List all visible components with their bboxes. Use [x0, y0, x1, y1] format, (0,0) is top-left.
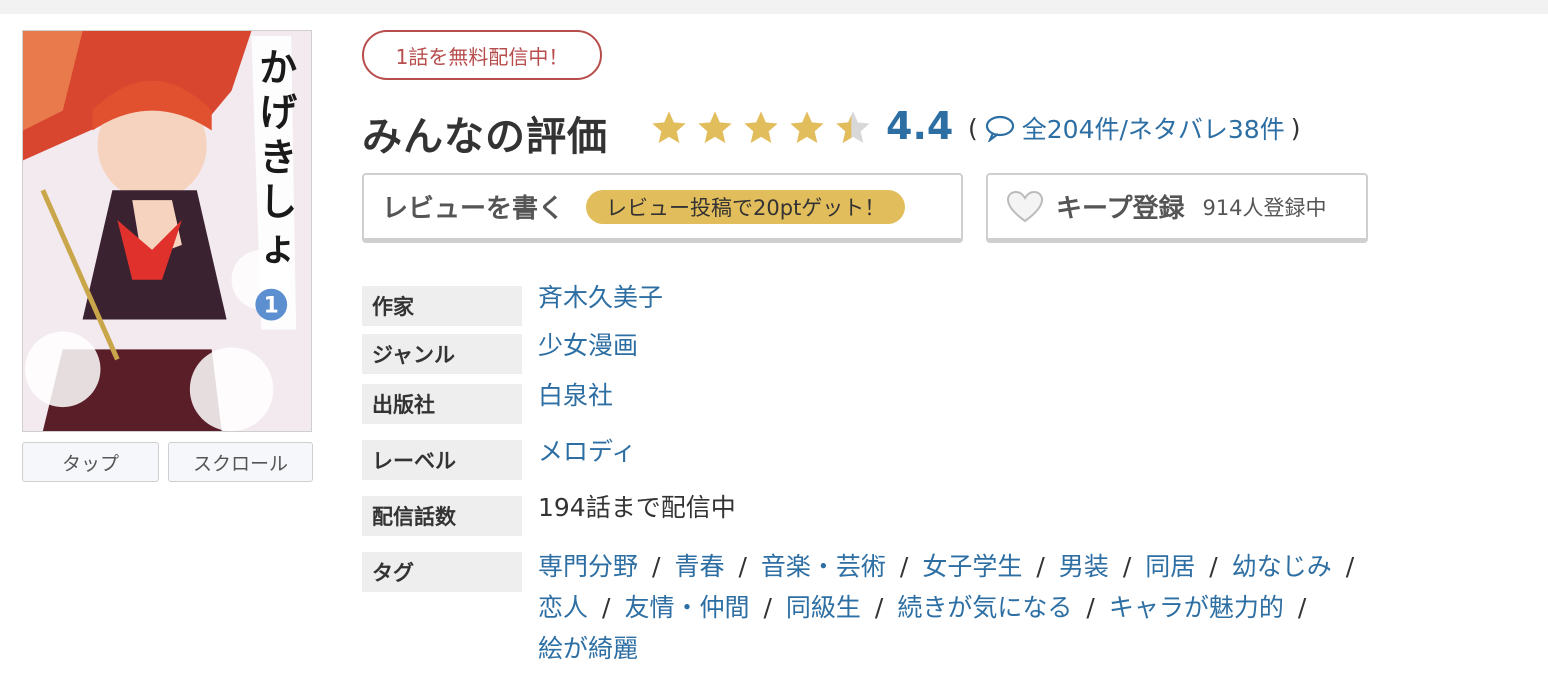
tag-separator: / — [652, 552, 661, 581]
comic-cover-image[interactable]: か げ き し ょ 1 — [22, 30, 312, 432]
tag-separator: / — [1209, 552, 1218, 581]
keep-button[interactable]: キープ登録 914人登録中 — [986, 173, 1368, 243]
episodes-label: 配信話数 — [362, 496, 522, 536]
tag-link[interactable]: 幼なじみ — [1232, 552, 1332, 581]
tag-separator: / — [763, 593, 772, 622]
info-row-label: レーベル メロディ — [362, 437, 636, 480]
keep-label: キープ登録 — [1056, 194, 1185, 224]
free-episode-badge: 1話を無料配信中！ — [362, 30, 602, 80]
tag-link[interactable]: 続きが気になる — [897, 593, 1072, 622]
star-icon-filled — [790, 111, 824, 143]
publisher-label: 出版社 — [362, 384, 522, 424]
tag-link[interactable]: 同居 — [1145, 552, 1195, 581]
author-label: 作家 — [362, 286, 522, 326]
rating-stars — [648, 108, 874, 148]
cover-illustration: か げ き し ょ 1 — [23, 31, 311, 431]
star-icon-filled — [744, 111, 778, 143]
tag-link[interactable]: 同級生 — [786, 593, 861, 622]
write-review-button[interactable]: レビューを書く レビュー投稿で20ptゲット！ — [362, 173, 963, 243]
info-row-publisher: 出版社 白泉社 — [362, 381, 613, 424]
label-link[interactable]: メロディ — [538, 432, 636, 480]
genre-label: ジャンル — [362, 334, 522, 374]
info-row-genre: ジャンル 少女漫画 — [362, 331, 638, 374]
tag-separator: / — [1036, 552, 1045, 581]
keep-count: 914人登録中 — [1202, 195, 1327, 220]
info-row-episodes: 配信話数 194話まで配信中 — [362, 493, 736, 536]
genre-link[interactable]: 少女漫画 — [538, 326, 638, 374]
info-row-author: 作家 斉木久美子 — [362, 283, 663, 326]
tag-separator: / — [738, 552, 747, 581]
svg-text:か: か — [259, 46, 297, 90]
tag-separator: / — [1297, 593, 1307, 622]
tags-label: タグ — [362, 552, 522, 592]
tag-link[interactable]: 青春 — [674, 552, 724, 581]
tag-separator: / — [602, 593, 611, 622]
info-row-tags: タグ — [362, 552, 522, 592]
tag-link[interactable]: キャラが魅力的 — [1109, 593, 1284, 622]
tag-separator: / — [1086, 593, 1095, 622]
tag-link[interactable]: 音楽・芸術 — [761, 552, 886, 581]
svg-text:ょ: ょ — [259, 225, 297, 269]
star-icon-partial — [836, 111, 870, 143]
tag-link[interactable]: 専門分野 — [538, 552, 638, 581]
review-count-link[interactable]: 全204件/ネタバレ38件 — [1022, 110, 1285, 146]
tag-separator: / — [899, 552, 909, 581]
publisher-link[interactable]: 白泉社 — [538, 376, 613, 424]
tag-link[interactable]: 友情・仲間 — [624, 593, 749, 622]
episodes-value: 194話まで配信中 — [538, 493, 736, 522]
top-strip — [0, 0, 1548, 14]
paren-close: ) — [1290, 113, 1301, 143]
svg-text:し: し — [259, 180, 297, 224]
scroll-view-button[interactable]: スクロール — [168, 442, 313, 482]
tag-link[interactable]: 女子学生 — [922, 552, 1022, 581]
tap-view-button[interactable]: タップ — [22, 442, 159, 482]
tag-separator: / — [1345, 552, 1355, 581]
cover-volume-number: 1 — [264, 294, 279, 319]
tag-link[interactable]: 絵が綺麗 — [538, 634, 638, 663]
tag-separator: / — [1122, 552, 1132, 581]
rating-title: みんなの評価 — [362, 114, 608, 160]
heart-icon — [1006, 190, 1044, 222]
review-points-pill: レビュー投稿で20ptゲット！ — [586, 189, 906, 224]
tag-link[interactable]: 男装 — [1059, 552, 1109, 581]
svg-text:き: き — [259, 135, 297, 179]
star-icon-filled — [652, 111, 686, 143]
rating-score: 4.4 — [886, 104, 954, 148]
tag-link[interactable]: 恋人 — [538, 593, 588, 622]
write-review-label: レビューを書く — [382, 194, 565, 224]
review-counts: ( 全204件/ネタバレ38件 ) — [968, 110, 1300, 146]
tag-separator: / — [874, 593, 884, 622]
star-icon-filled — [698, 111, 732, 143]
svg-text:げ: げ — [259, 90, 297, 134]
label-label: レーベル — [362, 440, 522, 480]
speech-bubble-icon — [985, 115, 1014, 142]
paren-open: ( — [968, 113, 978, 143]
author-link[interactable]: 斉木久美子 — [538, 278, 663, 326]
tag-list: 専門分野 / 青春 / 音楽・芸術 / 女子学生 / 男装 / 同居 / 幼なじみ / 恋人 / 友情・仲間 /… — [538, 546, 1478, 669]
